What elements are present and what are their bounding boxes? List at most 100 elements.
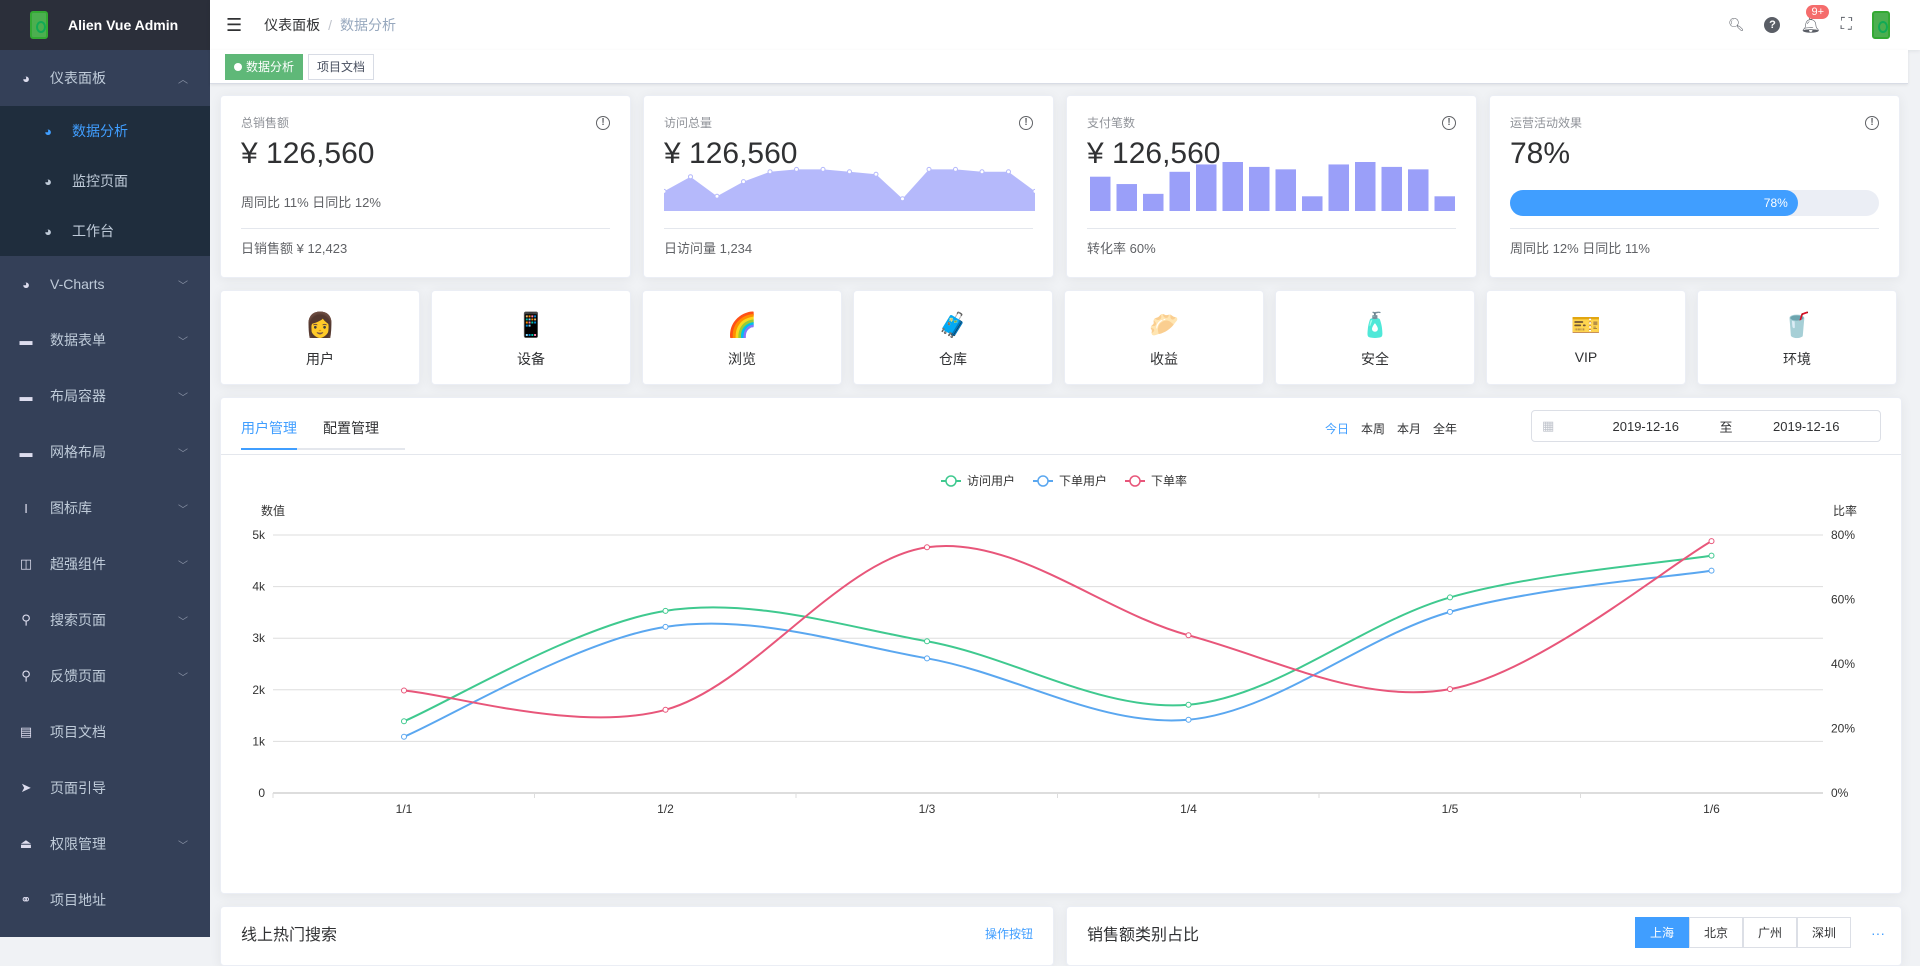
tag-docs[interactable]: 项目文档 xyxy=(308,53,375,80)
sidebar-item-label: 图标库 xyxy=(50,500,92,516)
sidebar-item-label: 项目地址 xyxy=(50,892,106,908)
navbar: ☰ 仪表面板 / 数据分析 🔍︎ ? 🔔︎ 9+ ⛶ xyxy=(210,0,1920,50)
city-guangzhou[interactable]: 广州 xyxy=(1742,917,1797,948)
city-selector: 上海 北京 广州 深圳 xyxy=(1634,917,1851,948)
data-point[interactable] xyxy=(662,706,669,713)
sidebar-item[interactable]: ▬ 布局容器 ﹀ xyxy=(0,368,210,424)
data-point[interactable] xyxy=(1447,686,1453,693)
range-year[interactable]: 全年 xyxy=(1433,420,1457,437)
legend-item[interactable]: 下单率 xyxy=(1125,473,1187,488)
sidebar-item-label: 权限管理 xyxy=(50,836,106,852)
y2-tick-label: 0% xyxy=(1831,786,1849,800)
bell-icon[interactable]: 🔔︎ 9+ xyxy=(1800,5,1830,35)
hamburger-icon[interactable]: ☰ xyxy=(226,15,242,36)
data-point[interactable] xyxy=(1185,701,1192,708)
legend-item[interactable]: 下单用户 xyxy=(1033,473,1107,488)
data-point[interactable] xyxy=(1447,594,1453,601)
tab-config-management[interactable]: 配置管理 xyxy=(323,418,379,448)
sidebar-item[interactable]: ⚲ 反馈页面 ﹀ xyxy=(0,648,210,704)
info-icon[interactable]: ! xyxy=(596,116,610,130)
sidebar-item-label: 数据分析 xyxy=(72,123,128,139)
area-point xyxy=(794,166,799,172)
more-icon[interactable]: ··· xyxy=(1871,925,1885,941)
sidebar-item-label: 布局容器 xyxy=(50,388,106,404)
help-icon[interactable]: ? xyxy=(1764,17,1781,33)
avatar[interactable] xyxy=(1872,11,1890,39)
data-point[interactable] xyxy=(924,638,930,645)
info-icon[interactable]: ! xyxy=(1442,116,1456,130)
range-week[interactable]: 本周 xyxy=(1361,420,1385,437)
tab-user-management[interactable]: 用户管理 xyxy=(241,418,297,450)
sidebar-item[interactable]: ◕ V-Charts ﹀ xyxy=(0,256,210,312)
data-point[interactable] xyxy=(662,607,669,614)
stat-card: 总销售额 ¥ 126,560! 周同比 11% 日同比 12% 日销售额 ¥ 12,4… xyxy=(220,95,631,278)
area-point xyxy=(767,169,773,175)
data-point[interactable] xyxy=(1447,608,1453,615)
sidebar-item[interactable]: ▤ 项目文档 xyxy=(0,704,210,760)
date-start[interactable]: 2019-12-16 xyxy=(1572,419,1720,434)
info-icon[interactable]: ! xyxy=(1865,116,1879,130)
fullscreen-icon[interactable]: ⛶ xyxy=(1841,16,1852,34)
logo[interactable]: Alien Vue Admin xyxy=(0,0,210,50)
area-point xyxy=(873,171,879,177)
area-point xyxy=(741,179,746,185)
sidebar-item[interactable]: ➤ 页面引导 xyxy=(0,760,210,816)
breadcrumb-item[interactable]: 仪表面板 xyxy=(264,17,320,33)
sidebar-item[interactable]: I 图标库 ﹀ xyxy=(0,480,210,536)
legend-item[interactable]: 访问用户 xyxy=(941,473,1015,488)
data-point[interactable] xyxy=(662,623,669,630)
range-today[interactable]: 今日 xyxy=(1325,420,1349,437)
data-point[interactable] xyxy=(1185,632,1192,639)
sidebar-item[interactable]: ⚲ 搜索页面 ﹀ xyxy=(0,592,210,648)
sidebar-item[interactable]: ⚭ 项目地址 xyxy=(0,872,210,928)
shortcut-card[interactable]: 🧳 仓库 xyxy=(853,290,1053,385)
action-button[interactable]: 操作按钮 xyxy=(985,925,1033,942)
data-point[interactable] xyxy=(924,655,930,662)
visits-area-chart xyxy=(664,166,1035,211)
data-point[interactable] xyxy=(401,733,407,740)
sidebar-item[interactable]: ▬ 数据表单 ﹀ xyxy=(0,312,210,368)
range-month[interactable]: 本月 xyxy=(1397,420,1421,437)
tag-data-analysis[interactable]: 数据分析 xyxy=(225,53,304,80)
city-shanghai[interactable]: 上海 xyxy=(1634,917,1689,948)
search-icon[interactable]: 🔍︎ xyxy=(1728,17,1745,33)
y-axis-title: 数值 xyxy=(261,503,285,518)
data-point[interactable] xyxy=(401,687,407,694)
y-tick-label: 1k xyxy=(252,734,266,748)
data-point[interactable] xyxy=(1708,552,1715,559)
shortcut-card[interactable]: 📱 设备 xyxy=(431,290,631,385)
shortcut-card[interactable]: 🎫 VIP xyxy=(1486,290,1686,385)
area-point xyxy=(847,169,852,175)
shortcut-card[interactable]: 🌈 浏览 xyxy=(642,290,842,385)
breadcrumb-current: 数据分析 xyxy=(340,17,397,33)
dashboard-icon: ◕ xyxy=(22,276,30,292)
shortcut-card[interactable]: 🥤 环境 xyxy=(1697,290,1897,385)
data-point[interactable] xyxy=(1708,567,1715,574)
dashboard-icon: ◕ xyxy=(44,123,52,139)
payments-bar-chart xyxy=(1090,162,1455,211)
sidebar-item[interactable]: ◫ 超强组件 ﹀ xyxy=(0,536,210,592)
data-point[interactable] xyxy=(924,544,930,551)
data-point[interactable] xyxy=(1708,538,1715,545)
stat-footer: 日访问量 1,234 xyxy=(664,241,753,256)
stat-compare: 周同比 11% 日同比 12% xyxy=(241,195,381,210)
shortcut-card[interactable]: 👩 用户 xyxy=(220,290,420,385)
data-point[interactable] xyxy=(401,718,407,725)
sidebar-item[interactable]: ◕ 仪表面板 ︿ xyxy=(0,50,210,106)
sidebar-subitem[interactable]: ◕ 监控页面 xyxy=(0,156,210,206)
sidebar-item[interactable]: ⏏ 权限管理 ﹀ xyxy=(0,816,210,872)
y-tick-label: 4k xyxy=(252,580,266,594)
chevron-up-icon: ︿ xyxy=(178,74,188,86)
info-icon[interactable]: ! xyxy=(1019,116,1033,130)
data-point[interactable] xyxy=(1185,716,1192,723)
shortcut-card[interactable]: 🧴 安全 xyxy=(1275,290,1475,385)
city-shenzhen[interactable]: 深圳 xyxy=(1796,917,1851,948)
y2-axis-title: 比率 xyxy=(1833,503,1857,518)
city-beijing[interactable]: 北京 xyxy=(1688,917,1743,948)
sidebar-subitem[interactable]: ◕ 数据分析 xyxy=(0,106,210,156)
shortcut-card[interactable]: 🥟 收益 xyxy=(1064,290,1264,385)
date-end[interactable]: 2019-12-16 xyxy=(1733,419,1881,434)
sidebar-item[interactable]: ▬ 网格布局 ﹀ xyxy=(0,424,210,480)
sidebar-subitem[interactable]: ◕ 工作台 xyxy=(0,206,210,256)
date-range-picker[interactable]: ▦ 2019-12-16 至 2019-12-16 xyxy=(1531,410,1881,442)
